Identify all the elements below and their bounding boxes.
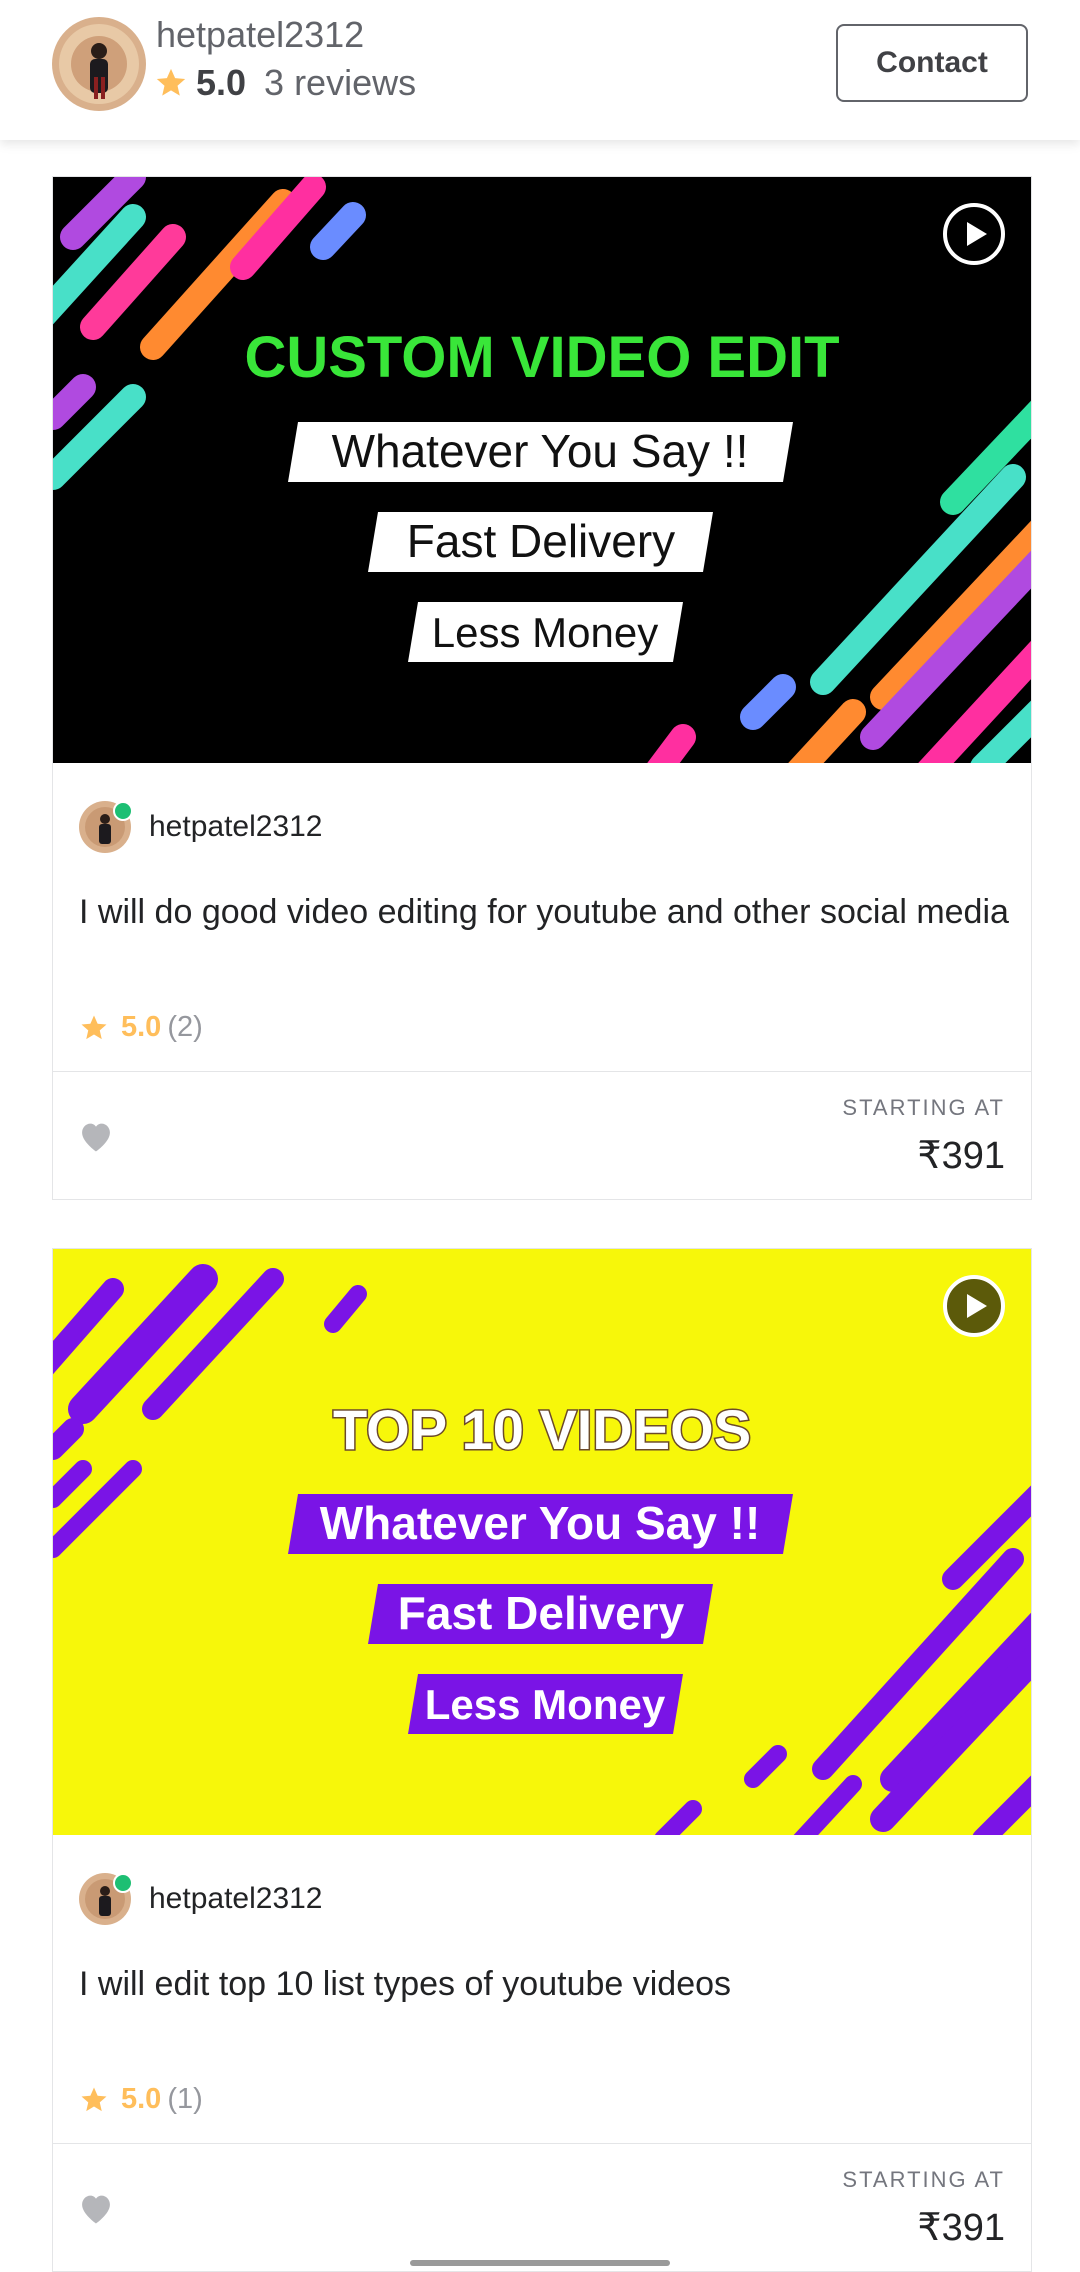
gig-card[interactable]: CUSTOM VIDEO EDIT Whatever You Say !! Fa… — [52, 176, 1032, 1200]
starting-at-label: STARTING AT — [842, 1095, 1005, 1120]
thumb-headline: TOP 10 VIDEOS — [333, 1398, 751, 1461]
play-icon — [967, 222, 987, 246]
home-indicator[interactable] — [410, 2260, 670, 2266]
thumb-line1: Whatever You Say !! — [320, 1497, 761, 1549]
contact-button[interactable]: Contact — [836, 24, 1028, 102]
seller-username[interactable]: hetpatel2312 — [156, 14, 364, 56]
star-icon — [81, 2087, 107, 2111]
thumb-line2: Fast Delivery — [407, 515, 675, 567]
seller-name[interactable]: hetpatel2312 — [149, 810, 323, 844]
avatar[interactable] — [79, 801, 133, 853]
gig-price: ₹391 — [917, 2207, 1005, 2249]
thumb-line3: Less Money — [432, 609, 658, 656]
starting-at-label: STARTING AT — [842, 2167, 1005, 2192]
play-icon — [967, 1294, 987, 1318]
avatar[interactable] — [79, 1873, 133, 1925]
thumb-line1: Whatever You Say !! — [332, 425, 749, 477]
rating-score: 5.0 — [121, 1011, 162, 1043]
thumb-headline: CUSTOM VIDEO EDIT — [244, 325, 839, 390]
play-button[interactable] — [943, 1275, 1005, 1337]
gig-thumbnail[interactable]: TOP 10 VIDEOS Whatever You Say !! Fast D… — [53, 1249, 1031, 1835]
gig-price: ₹391 — [917, 1135, 1005, 1177]
online-status-dot — [113, 801, 133, 821]
seller-header: hetpatel2312 5.0 3 reviews Contact — [0, 0, 1080, 140]
gig-seller[interactable]: hetpatel2312 — [79, 1873, 323, 1925]
online-status-dot — [113, 1873, 133, 1893]
thumb-line3: Less Money — [425, 1681, 666, 1728]
gig-rating: 5.0 (2) — [79, 1011, 203, 1044]
seller-name[interactable]: hetpatel2312 — [149, 1882, 323, 1916]
card-divider — [53, 1071, 1031, 1072]
heart-icon[interactable] — [77, 1119, 115, 1153]
gig-rating: 5.0 (1) — [79, 2083, 203, 2116]
star-icon — [156, 68, 186, 96]
rating-score: 5.0 — [196, 62, 247, 103]
star-icon — [81, 1015, 107, 1039]
gig-card[interactable]: TOP 10 VIDEOS Whatever You Say !! Fast D… — [52, 1248, 1032, 2272]
card-divider — [53, 2143, 1031, 2144]
rating-count: (1) — [167, 2083, 203, 2115]
gig-title[interactable]: I will do good video editing for youtube… — [79, 889, 1009, 935]
thumb-line2: Fast Delivery — [398, 1587, 685, 1639]
play-button[interactable] — [943, 203, 1005, 265]
gig-thumbnail[interactable]: CUSTOM VIDEO EDIT Whatever You Say !! Fa… — [53, 177, 1031, 763]
rating-count: (2) — [167, 1011, 203, 1043]
seller-avatar[interactable] — [52, 17, 146, 111]
rating-score: 5.0 — [121, 2083, 162, 2115]
gig-title[interactable]: I will edit top 10 list types of youtube… — [79, 1961, 1009, 2007]
gig-seller[interactable]: hetpatel2312 — [79, 801, 323, 853]
review-count[interactable]: 3 reviews — [264, 62, 416, 104]
seller-rating: 5.0 3 reviews — [154, 62, 416, 104]
heart-icon[interactable] — [77, 2191, 115, 2225]
